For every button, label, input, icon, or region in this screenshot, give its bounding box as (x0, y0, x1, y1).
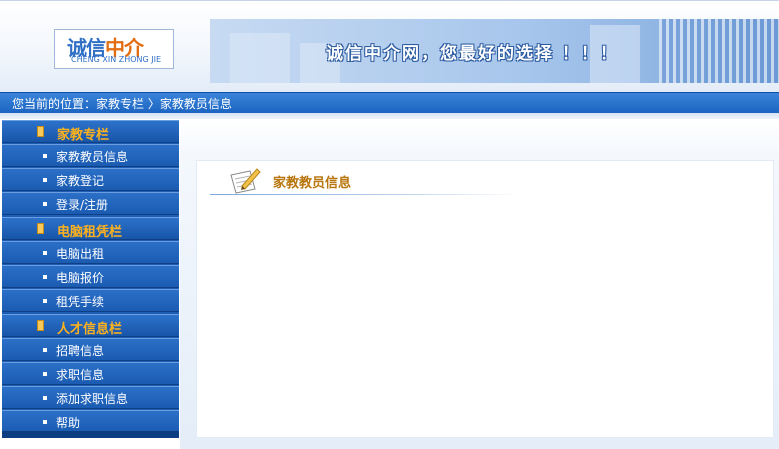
sidebar-item-label: 家教登记 (56, 174, 105, 188)
sidebar-item-label: 添加求职信息 (56, 392, 129, 406)
sidebar-section-header[interactable]: 电脑租凭栏 (2, 217, 179, 240)
sidebar-item-label: 租凭手续 (56, 295, 105, 309)
bullet-icon (43, 275, 47, 279)
sidebar-item-label: 求职信息 (56, 368, 105, 382)
sidebar-item-label: 帮助 (56, 416, 81, 430)
bullet-icon (43, 251, 47, 255)
sidebar-item-label: 电脑出租 (56, 247, 105, 261)
divider (0, 113, 779, 119)
logo-subtitle: CHENG XIN ZHONG JIE (71, 55, 162, 64)
header-banner: 诚信中介网，您最好的选择 ！！！ (210, 19, 779, 83)
banner-slogan: 诚信中介网，您最好的选择 ！！！ (326, 44, 619, 64)
banner-building-shape (230, 33, 290, 83)
sidebar-item-label: 家教教员信息 (56, 150, 129, 164)
bullet-icon (43, 178, 47, 182)
sidebar-item-label: 招聘信息 (56, 344, 105, 358)
sidebar-item[interactable]: 电脑出租 (2, 241, 179, 264)
sidebar-item[interactable]: 帮助 (2, 410, 179, 433)
book-icon (37, 126, 44, 137)
sidebar-section-label: 电脑租凭栏 (57, 225, 123, 240)
banner-building-stripes (659, 19, 779, 83)
sidebar-item-label: 登录/注册 (56, 198, 109, 212)
sidebar-item[interactable]: 电脑报价 (2, 265, 179, 288)
sidebar-footer-bar (2, 431, 179, 438)
sidebar-item[interactable]: 家教登记 (2, 168, 179, 191)
sidebar-section-label: 家教专栏 (57, 128, 110, 143)
bullet-icon (43, 348, 47, 352)
bullet-icon (43, 154, 47, 158)
sidebar-item-label: 电脑报价 (56, 271, 105, 285)
sidebar-item[interactable]: 添加求职信息 (2, 386, 179, 409)
sidebar-section-header[interactable]: 家教专栏 (2, 120, 179, 143)
sidebar-item[interactable]: 登录/注册 (2, 192, 179, 215)
bullet-icon (43, 202, 47, 206)
sidebar-item[interactable]: 招聘信息 (2, 338, 179, 361)
sidebar-item[interactable]: 求职信息 (2, 362, 179, 385)
sidebar-section-label: 人才信息栏 (57, 322, 123, 337)
page-title: 家教教员信息 (273, 176, 352, 191)
bullet-icon (43, 396, 47, 400)
site-logo[interactable]: 诚信中介 CHENG XIN ZHONG JIE (54, 29, 174, 69)
book-icon (37, 223, 44, 234)
sidebar-item[interactable]: 家教教员信息 (2, 144, 179, 167)
sidebar-nav: 家教专栏家教教员信息 家教登记登录/注册电脑租凭栏电脑出租电脑报价租凭手续人才信息… (2, 120, 179, 438)
notepad-pencil-icon (230, 168, 261, 194)
title-underline (210, 194, 520, 195)
breadcrumb-text: 您当前的位置：家教专栏 〉家教教员信息 (12, 97, 232, 111)
bullet-icon (43, 420, 47, 424)
sidebar-item[interactable]: 租凭手续 (2, 289, 179, 312)
sidebar-section-header[interactable]: 人才信息栏 (2, 314, 179, 337)
bullet-icon (43, 372, 47, 376)
bullet-icon (43, 299, 47, 303)
book-icon (37, 320, 44, 331)
site-header: 诚信中介 CHENG XIN ZHONG JIE 诚信中介网，您最好的选择 ！！… (0, 0, 779, 92)
breadcrumb: 您当前的位置：家教专栏 〉家教教员信息 (0, 92, 779, 113)
content-panel (196, 160, 774, 438)
